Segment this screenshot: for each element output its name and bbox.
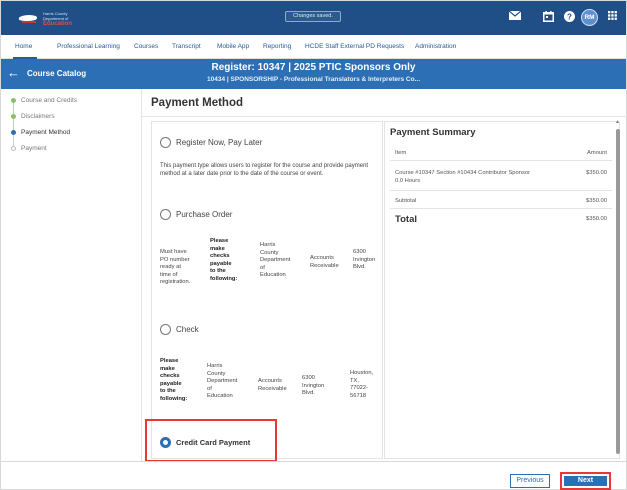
check-payee: Harris County Department of Education <box>207 363 238 399</box>
po-payee: Harris County Department of Education <box>260 242 291 278</box>
divider <box>390 208 612 209</box>
check-payable-heading: Please make checks payable to the following: <box>160 358 188 402</box>
nav-courses[interactable]: Courses <box>134 43 158 50</box>
next-button[interactable]: Next <box>564 476 607 486</box>
register-pay-later-description: This payment type allows users to regist… <box>160 163 369 177</box>
step-label: Payment <box>21 145 47 152</box>
divider <box>390 160 612 161</box>
summary-col-amount: Amount <box>587 150 607 156</box>
check-label[interactable]: Check <box>176 325 199 334</box>
svg-text:?: ? <box>567 12 572 21</box>
check-department: Accounts Receivable <box>258 378 287 392</box>
divider <box>390 190 612 191</box>
nav-hcde-staff-external-pd[interactable]: HCDE Staff External PD Requests <box>305 43 404 50</box>
credit-card-highlight <box>145 419 277 462</box>
step-label: Payment Method <box>21 129 71 136</box>
scroll-up-icon[interactable]: ▲ <box>615 119 620 125</box>
summary-title: Payment Summary <box>390 127 476 138</box>
summary-total-label: Total <box>395 214 417 225</box>
step-pending-icon <box>11 146 16 151</box>
radio-purchase-order[interactable] <box>160 209 171 220</box>
changes-saved-toast: Changes saved. <box>285 11 341 22</box>
nav-reporting[interactable]: Reporting <box>263 43 291 50</box>
logo-stripe <box>22 21 36 23</box>
nav-professional-learning[interactable]: Professional Learning <box>57 43 120 50</box>
mail-icon[interactable] <box>507 10 522 24</box>
scrollbar-thumb[interactable] <box>616 129 620 454</box>
main-content: Payment Method Register Now, Pay Later T… <box>141 89 627 461</box>
registration-title: Register: 10347 | 2025 PTIC Sponsors Onl… <box>211 62 416 73</box>
payment-methods-panel: Register Now, Pay Later This payment typ… <box>151 121 383 459</box>
payment-summary: Payment Summary Item Amount Course #1034… <box>384 121 620 459</box>
calendar-icon[interactable] <box>541 11 556 24</box>
po-note: Must have PO number ready at time of registr… <box>160 249 191 285</box>
user-avatar[interactable]: RM <box>581 9 598 26</box>
summary-line-item: Course #10347 Section #10434 Contributor… <box>395 170 531 176</box>
help-icon[interactable]: ? <box>562 11 577 24</box>
summary-line-hours: 0.0 Hours <box>395 178 421 184</box>
logo-line-3: Education <box>43 21 73 27</box>
summary-line-amount: $350.00 <box>586 170 607 176</box>
step-label: Disclaimers <box>21 113 55 120</box>
registration-header: ← Course Catalog Register: 10347 | 2025 … <box>1 59 626 89</box>
previous-button[interactable]: Previous <box>510 474 550 488</box>
divider <box>142 116 627 117</box>
step-complete-icon <box>11 98 16 103</box>
step-complete-icon <box>11 114 16 119</box>
step-current-icon <box>11 130 16 135</box>
summary-subtotal: $350.00 <box>586 198 607 204</box>
top-bar: Harris County Department of Education Ch… <box>1 1 626 35</box>
purchase-order-label[interactable]: Purchase Order <box>176 210 232 219</box>
register-pay-later-label[interactable]: Register Now, Pay Later <box>176 138 262 147</box>
main-nav: Home Professional Learning Courses Trans… <box>1 35 626 59</box>
check-city: Houston, TX, 77022- 56718 <box>350 370 374 399</box>
check-address: 6300 Irvington Blvd. <box>302 375 325 396</box>
nav-home[interactable]: Home <box>15 43 32 50</box>
registration-subtitle: 10434 | SPONSORSHIP - Professional Trans… <box>206 76 421 83</box>
nav-transcript[interactable]: Transcript <box>172 43 201 50</box>
nav-mobile-app[interactable]: Mobile App <box>217 43 249 50</box>
radio-register-pay-later[interactable] <box>160 137 171 148</box>
po-payable-heading: Please make checks payable to the following: <box>210 238 238 282</box>
radio-check[interactable] <box>160 324 171 335</box>
nav-administration[interactable]: Administration <box>415 43 456 50</box>
registration-steps: Course and Credits Disclaimers Payment M… <box>1 89 141 461</box>
hcde-logo[interactable]: Harris County Department of Education <box>17 11 77 27</box>
page-title: Payment Method <box>151 97 244 109</box>
summary-total: $350.00 <box>586 216 607 222</box>
po-address: 6300 Irvington Blvd. <box>353 249 376 270</box>
summary-col-item: Item <box>395 150 407 156</box>
step-label: Course and Credits <box>21 97 77 104</box>
apps-grid-icon[interactable] <box>605 11 620 24</box>
next-button-highlight: Next <box>560 472 611 490</box>
summary-subtotal-label: Subtotal <box>395 198 417 204</box>
po-department: Accounts Receivable <box>310 255 339 269</box>
